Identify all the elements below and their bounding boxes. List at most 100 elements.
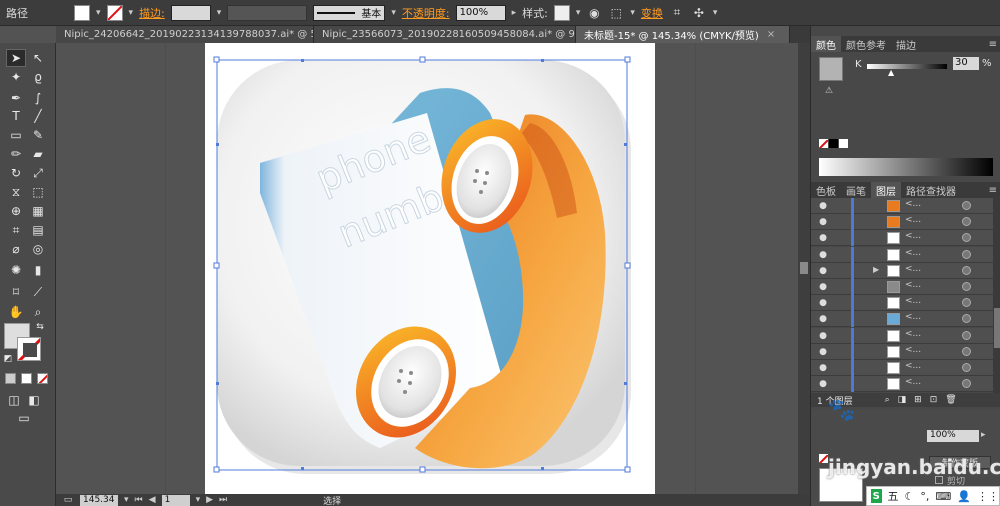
scroll-thumb[interactable] (994, 308, 1000, 348)
recolor-artwork-icon[interactable]: ◉ (586, 5, 602, 21)
default-colors-icon[interactable]: ◩ (2, 353, 14, 365)
layer-name[interactable]: <... (905, 377, 921, 387)
variable-width-profile[interactable] (227, 4, 308, 21)
panel-menu-icon[interactable]: ▾ (713, 8, 718, 18)
zoom-tool-icon[interactable]: ⌕ (28, 303, 48, 321)
opacity-label[interactable]: 不透明度: (402, 5, 450, 21)
rotate-tool-icon[interactable]: ↻ (6, 164, 26, 182)
layer-row[interactable]: ● <... (811, 376, 993, 393)
artboard[interactable]: phone number (205, 43, 655, 494)
target-icon[interactable] (962, 363, 971, 372)
visibility-eye-icon[interactable]: ● (817, 330, 829, 342)
brush-definition-dropdown[interactable]: 基本 (313, 4, 386, 21)
panel-menu-icon[interactable]: ≡ (989, 39, 997, 50)
artboard-number-field[interactable]: 1 (161, 494, 190, 506)
tab-layers[interactable]: 图层 (871, 182, 901, 198)
target-icon[interactable] (962, 282, 971, 291)
width-tool-icon[interactable]: ⧖ (6, 183, 26, 201)
k-value-field[interactable]: 30 (953, 57, 979, 70)
document-tab-3[interactable]: 未标题-15* @ 145.34% (CMYK/预览) × (576, 26, 790, 43)
document-tab-1[interactable]: Nipic_24206642_20190223134139788037.ai* … (56, 26, 314, 43)
blend-tool-icon[interactable]: ◎ (28, 240, 48, 258)
align-dropdown-icon[interactable]: ▾ (630, 8, 635, 18)
target-icon[interactable] (962, 265, 971, 275)
target-icon[interactable] (962, 249, 971, 259)
layer-name[interactable]: <... (905, 248, 921, 258)
column-graph-tool-icon[interactable]: ▮ (28, 261, 48, 279)
layer-name[interactable]: <... (905, 231, 921, 241)
slice-tool-icon[interactable]: ⟋ (28, 283, 48, 301)
stroke-label[interactable]: 描边: (139, 5, 165, 21)
tab-brushes[interactable]: 画笔 (841, 182, 871, 198)
free-transform-tool-icon[interactable]: ⬚ (28, 183, 48, 201)
draw-behind-icon[interactable]: ◧ (24, 391, 44, 409)
zoom-menu-icon[interactable]: ▭ (62, 495, 74, 506)
tab-swatches[interactable]: 色板 (811, 182, 841, 198)
stroke-color-box[interactable] (17, 337, 41, 361)
visibility-eye-icon[interactable]: ● (817, 216, 829, 228)
stroke-dropdown-icon[interactable]: ▾ (129, 8, 134, 18)
paintbrush-tool-icon[interactable]: ✎ (28, 126, 48, 144)
target-icon[interactable] (962, 298, 971, 308)
expand-triangle-icon[interactable]: ▶ (873, 265, 879, 274)
visibility-eye-icon[interactable]: ● (817, 313, 829, 325)
perspective-grid-tool-icon[interactable]: ▦ (28, 202, 48, 220)
zoom-dropdown-icon[interactable]: ▾ (124, 495, 129, 505)
eraser-tool-icon[interactable]: ▰ (28, 145, 48, 163)
ime-keyboard-icon[interactable]: ⌨ (935, 490, 951, 503)
target-icon[interactable] (962, 379, 971, 389)
lasso-tool-icon[interactable]: ϱ (28, 68, 48, 86)
layer-row[interactable]: ● <... (811, 311, 993, 328)
tab-color-guide[interactable]: 颜色参考 (841, 36, 891, 52)
fill-dropdown-icon[interactable]: ▾ (96, 8, 101, 18)
new-layer-icon[interactable]: ⊡ (930, 395, 938, 405)
visibility-eye-icon[interactable]: ● (817, 249, 829, 261)
layer-name[interactable]: <... (905, 264, 921, 274)
artboard-dropdown-icon[interactable]: ▾ (196, 495, 201, 505)
visibility-eye-icon[interactable]: ● (817, 200, 829, 212)
layer-name[interactable]: <... (905, 312, 921, 322)
layers-scrollbar[interactable] (993, 198, 1000, 393)
white-swatch[interactable] (839, 139, 848, 148)
selection-tool-icon[interactable]: ➤ (6, 49, 26, 67)
layer-row[interactable]: ● <... (811, 279, 993, 295)
eyedropper-tool-icon[interactable]: ⌀ (6, 240, 26, 258)
opacity-dropdown-icon[interactable]: ▸ (512, 8, 517, 18)
layer-name[interactable]: <... (905, 280, 921, 290)
first-artboard-icon[interactable]: ⏮ (135, 495, 143, 505)
layer-row[interactable]: ● <... (811, 214, 993, 231)
k-slider-thumb-icon[interactable]: ▲ (888, 68, 894, 77)
next-artboard-icon[interactable]: ▶ (206, 495, 213, 505)
pencil-tool-icon[interactable]: ✏ (6, 145, 26, 163)
draw-normal-icon[interactable]: ◫ (4, 391, 24, 409)
none-color-swatch[interactable] (819, 139, 828, 148)
target-icon[interactable] (962, 217, 971, 227)
last-artboard-icon[interactable]: ⏭ (219, 495, 227, 505)
layer-row[interactable]: ● <... (811, 246, 993, 263)
canvas-area[interactable]: phone number (56, 43, 798, 494)
k-slider-track[interactable] (867, 64, 947, 69)
opacity-field[interactable]: 100% (455, 4, 506, 21)
opacity-dropdown-icon[interactable]: ▸ (981, 430, 986, 440)
layer-row[interactable]: ● <... (811, 230, 993, 247)
brush-dropdown-icon[interactable]: ▾ (391, 8, 396, 18)
screen-mode-icon[interactable]: ▭ (14, 409, 34, 427)
visibility-eye-icon[interactable]: ● (817, 232, 829, 244)
mesh-tool-icon[interactable]: ⌗ (6, 221, 26, 239)
align-icon[interactable]: ⬚ (608, 5, 624, 21)
document-tab-2[interactable]: Nipic_23566073_20190228160509458084.ai* … (314, 26, 576, 43)
swap-fill-stroke-icon[interactable]: ⇆ (34, 321, 46, 333)
artboard-tool-icon[interactable]: ⌑ (6, 283, 26, 301)
visibility-eye-icon[interactable]: ● (817, 378, 829, 390)
curvature-tool-icon[interactable]: ∫ (28, 89, 48, 107)
visibility-eye-icon[interactable]: ● (817, 362, 829, 374)
layer-name[interactable]: <... (905, 361, 921, 371)
rectangle-tool-icon[interactable]: ▭ (6, 126, 26, 144)
black-swatch[interactable] (829, 139, 838, 148)
pen-tool-icon[interactable]: ✒ (6, 89, 26, 107)
color-spectrum-ramp[interactable] (819, 158, 993, 176)
layer-name[interactable]: <... (905, 215, 921, 225)
stroke-swatch[interactable] (106, 4, 123, 21)
previous-artboard-icon[interactable]: ◀ (149, 495, 156, 505)
hand-tool-icon[interactable]: ✋ (6, 303, 26, 321)
